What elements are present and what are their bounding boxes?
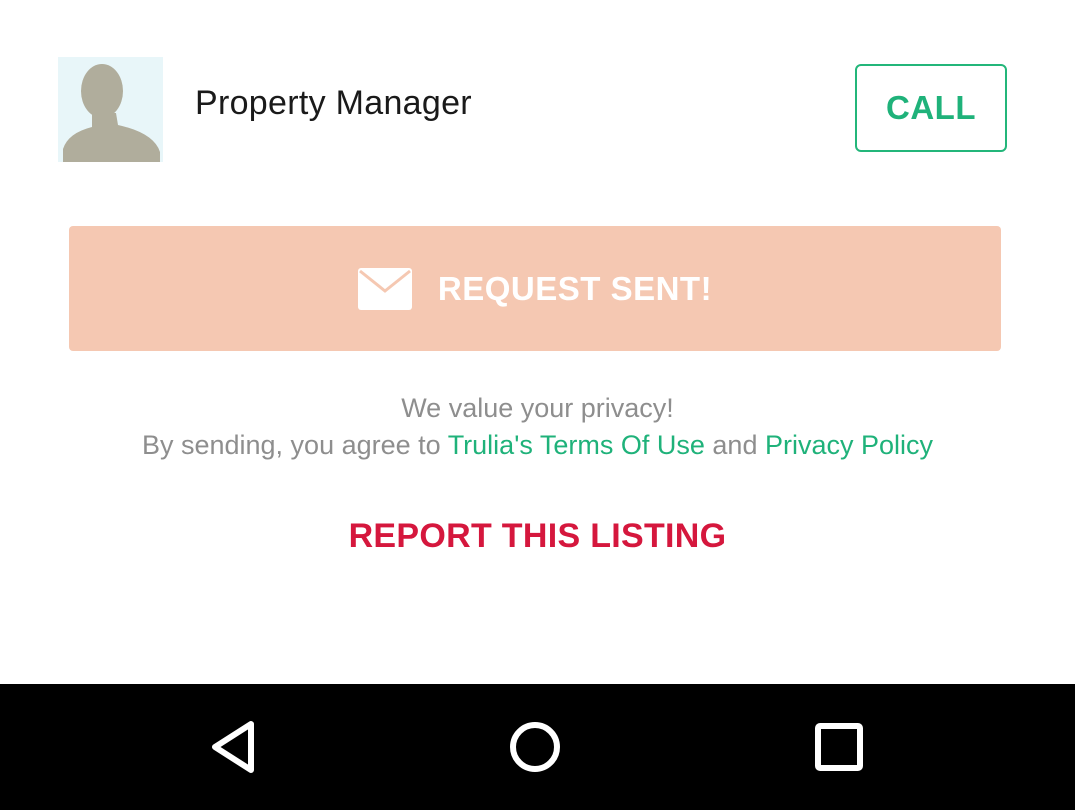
request-sent-label: REQUEST SENT! [437,269,713,307]
terms-of-use-link[interactable]: Trulia's Terms Of Use [448,430,705,460]
avatar [58,57,163,162]
privacy-policy-link[interactable]: Privacy Policy [765,430,933,460]
recents-square-icon [815,723,863,771]
recents-button[interactable] [794,702,884,792]
back-button[interactable] [188,702,278,792]
agreement-prefix: By sending, you agree to [141,430,441,460]
agent-name: Property Manager [195,84,472,122]
envelope-icon [357,267,412,310]
home-button[interactable] [490,702,580,792]
person-silhouette-icon [63,64,160,162]
agreement-conjunction: and [712,430,758,460]
privacy-notice: We value your privacy! By sending, you a… [0,390,1075,464]
home-circle-icon [510,722,560,772]
back-triangle-icon [212,721,254,773]
privacy-agreement: By sending, you agree to Trulia's Terms … [0,427,1075,464]
call-button-label: CALL [886,89,976,126]
privacy-headline: We value your privacy! [401,393,674,423]
request-sent-button[interactable]: REQUEST SENT! [69,226,1001,351]
contact-agent-screen: Property Manager CALL REQUEST SENT! We v… [0,0,1075,810]
report-listing-button[interactable]: REPORT THIS LISTING [0,517,1075,556]
call-button[interactable]: CALL [855,64,1007,152]
contact-row: Property Manager CALL [0,0,1075,200]
system-navigation-bar [0,684,1075,810]
